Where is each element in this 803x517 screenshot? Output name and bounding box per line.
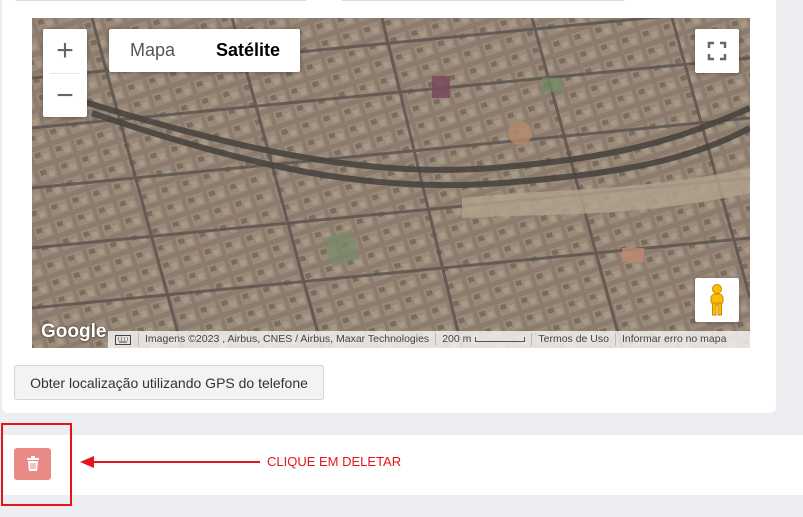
keyboard-shortcuts-icon[interactable] (108, 333, 138, 346)
map-type-map-button[interactable]: Mapa (109, 29, 196, 72)
scale-label: 200 m (442, 333, 472, 345)
street-view-button[interactable] (695, 278, 739, 322)
delete-callout-text: CLIQUE EM DELETAR (267, 454, 402, 469)
report-error-link[interactable]: Informar erro no mapa (614, 333, 732, 346)
zoom-out-button[interactable]: − (43, 74, 87, 118)
annotation-arrow (80, 456, 260, 468)
input-field-right[interactable] (340, 0, 626, 1)
fullscreen-icon (707, 41, 727, 61)
imagery-attribution: Imagens ©2023 , Airbus, CNES / Airbus, M… (138, 333, 435, 346)
location-card: + − Mapa Satélite Google Imagens ©2023 ,… (2, 0, 776, 413)
input-field-left[interactable] (14, 0, 308, 1)
delete-highlight-box (1, 423, 72, 506)
pegman-icon (710, 284, 724, 316)
map-type-control: Mapa Satélite (109, 29, 300, 72)
satellite-map[interactable]: + − Mapa Satélite Google Imagens ©2023 ,… (32, 18, 750, 348)
gps-location-button[interactable]: Obter localização utilizando GPS do tele… (14, 365, 324, 400)
fullscreen-button[interactable] (695, 29, 739, 73)
map-type-satellite-button[interactable]: Satélite (196, 29, 300, 72)
terms-link[interactable]: Termos de Uso (531, 333, 615, 346)
zoom-controls: + − (43, 29, 87, 117)
map-attribution-bar: Imagens ©2023 , Airbus, CNES / Airbus, M… (108, 331, 750, 348)
scale-control[interactable]: 200 m (435, 333, 531, 346)
scale-bar (475, 336, 526, 342)
google-logo: Google (41, 321, 107, 342)
zoom-in-button[interactable]: + (43, 29, 87, 73)
